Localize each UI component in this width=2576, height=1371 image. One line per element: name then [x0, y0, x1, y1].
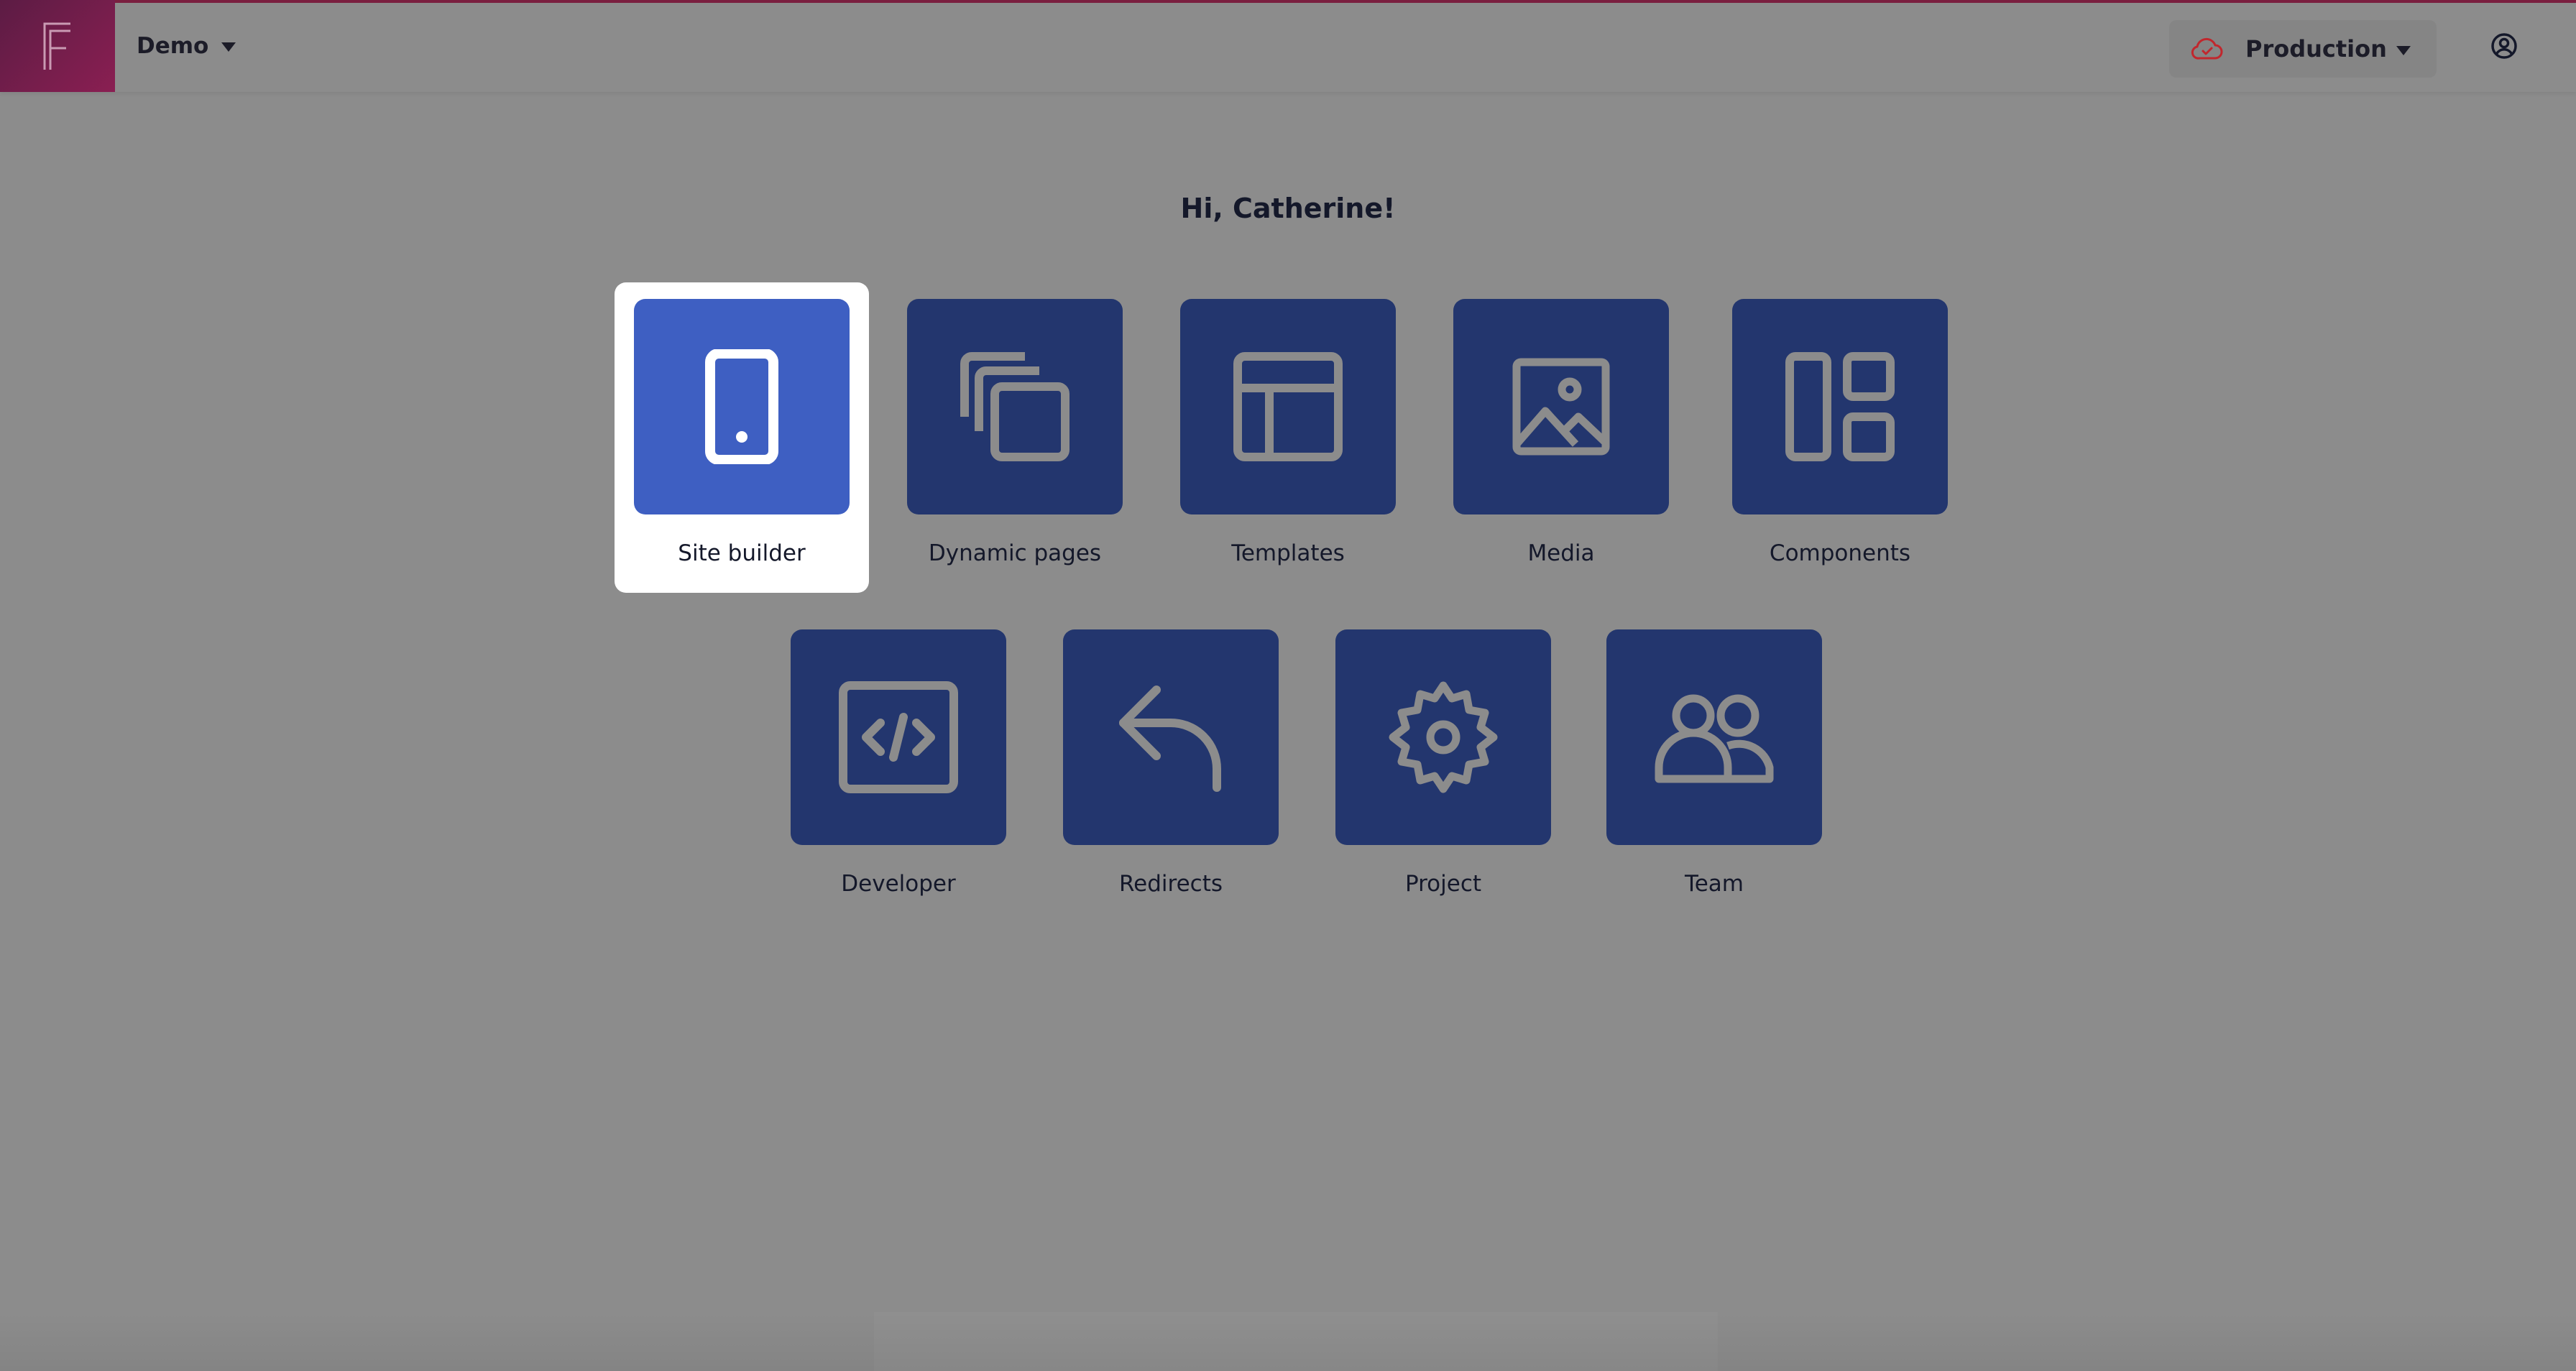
tile-label: Project — [1404, 871, 1482, 897]
tile-label: Components — [1769, 540, 1911, 566]
tile-media-box — [1453, 299, 1669, 514]
tile-site-builder-box — [634, 299, 850, 514]
tile-dynamic-pages[interactable]: Dynamic pages — [907, 299, 1123, 566]
tile-label: Site builder — [678, 540, 806, 566]
tile-site-builder[interactable]: Site builder — [615, 282, 869, 593]
tile-templates-box — [1180, 299, 1396, 514]
tile-dynamic-pages-box — [907, 299, 1123, 514]
tile-media[interactable]: Media — [1453, 299, 1669, 566]
tile-components[interactable]: Components — [1732, 299, 1948, 566]
dashboard-icon — [1785, 352, 1895, 461]
app-launcher: Site builder Dynamic pages Templates Med… — [0, 0, 2576, 1371]
tile-redirects[interactable]: Redirects — [1063, 629, 1279, 897]
tile-redirects-box — [1063, 629, 1279, 845]
tile-developer-box — [791, 629, 1006, 845]
image-icon — [1512, 358, 1610, 456]
tile-developer[interactable]: Developer — [791, 629, 1006, 897]
tile-label: Redirects — [1119, 871, 1223, 897]
tile-label: Media — [1527, 540, 1595, 566]
tile-project[interactable]: Project — [1335, 629, 1551, 897]
tile-label: Developer — [841, 871, 956, 897]
tile-label: Templates — [1231, 540, 1345, 566]
tile-team[interactable]: Team — [1606, 629, 1822, 897]
copy-pages-icon — [960, 352, 1070, 461]
layout-icon — [1233, 352, 1343, 461]
tile-components-box — [1732, 299, 1948, 514]
tile-project-box — [1335, 629, 1551, 845]
mobile-icon — [705, 349, 778, 464]
users-icon — [1655, 694, 1774, 783]
tile-templates[interactable]: Templates — [1180, 299, 1396, 566]
gear-icon — [1389, 681, 1498, 793]
tile-team-box — [1606, 629, 1822, 845]
reply-arrow-icon — [1119, 686, 1221, 792]
tile-label: Dynamic pages — [928, 540, 1102, 566]
bottom-panel — [874, 1312, 1718, 1371]
code-icon — [839, 681, 958, 793]
tile-label: Team — [1685, 871, 1744, 897]
